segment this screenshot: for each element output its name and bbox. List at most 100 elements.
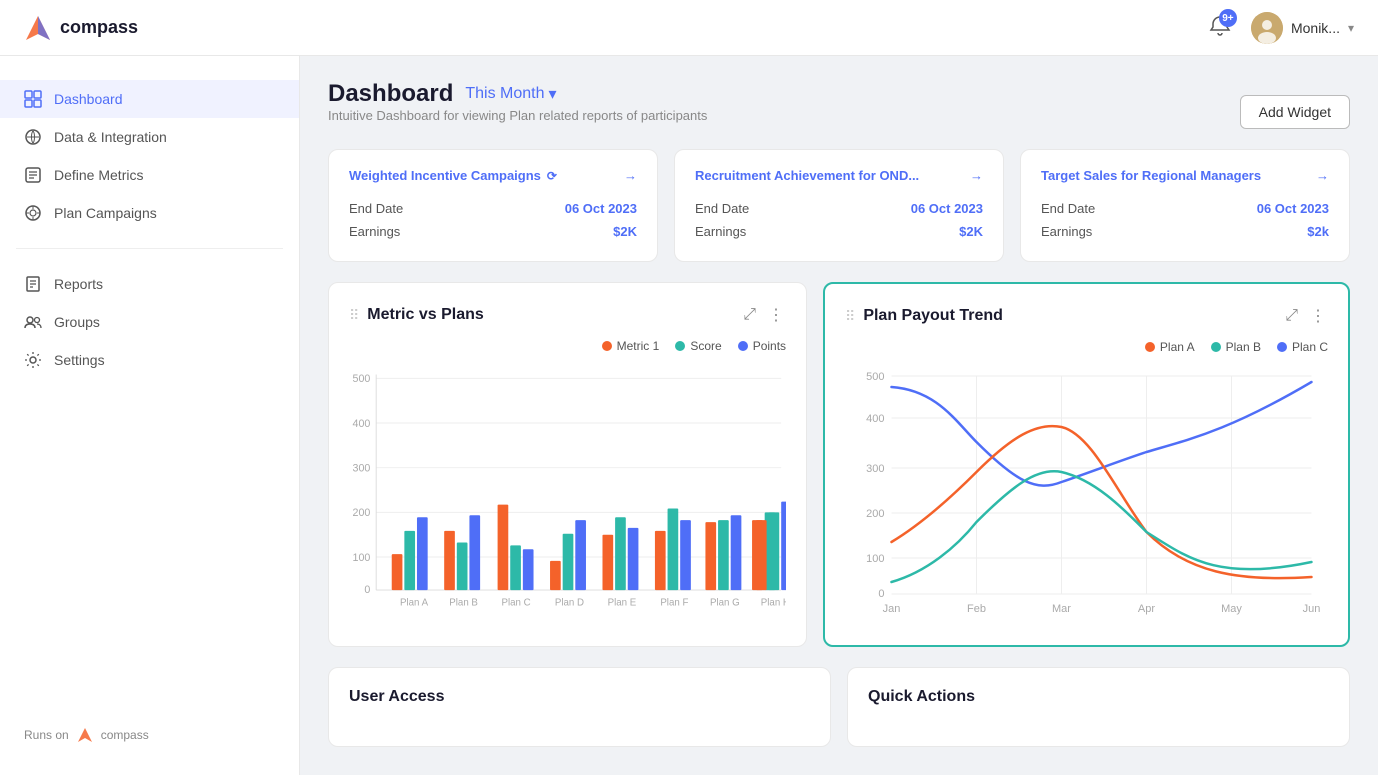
legend-dot-score: [675, 341, 685, 351]
footer-brand: compass: [101, 728, 149, 742]
user-menu-button[interactable]: Monik... ▾: [1251, 12, 1354, 44]
metric-chart-title: Metric vs Plans: [367, 306, 484, 324]
more-payout-button[interactable]: ⋮: [1308, 304, 1328, 328]
svg-text:Jan: Jan: [883, 603, 901, 615]
period-selector[interactable]: This Month ▾: [465, 84, 556, 104]
add-widget-button[interactable]: Add Widget: [1240, 95, 1350, 129]
legend-dot-plan-c: [1277, 342, 1287, 352]
legend-dot-points: [738, 341, 748, 351]
payout-chart-legend: Plan A Plan B Plan C: [845, 340, 1328, 354]
user-access-card: User Access: [328, 667, 831, 747]
sidebar-label-reports: Reports: [54, 276, 103, 292]
logo-text: compass: [60, 17, 138, 38]
svg-text:Plan D: Plan D: [555, 598, 584, 609]
define-metrics-icon: [24, 166, 42, 184]
notification-button[interactable]: 9+: [1205, 11, 1235, 44]
line-chart-svg: 500 400 300 200 100 0: [845, 362, 1328, 622]
plan-campaigns-icon: [24, 204, 42, 222]
campaign-row-earnings-0: Earnings $2K: [349, 220, 637, 243]
svg-text:500: 500: [866, 371, 884, 383]
campaign-row-enddate-1: End Date 06 Oct 2023: [695, 197, 983, 220]
sidebar-divider: [16, 248, 283, 249]
plan-payout-trend-card: ⠿ Plan Payout Trend ⤢ ⋮ Plan A: [823, 282, 1350, 647]
compass-logo-icon: [24, 14, 52, 42]
legend-dot-plan-a: [1145, 342, 1155, 352]
expand-metric-button[interactable]: ⤢: [741, 304, 758, 326]
svg-text:500: 500: [353, 373, 371, 385]
svg-text:Plan F: Plan F: [660, 598, 688, 609]
sidebar-top-section: Dashboard Data & Integration Define Metr…: [0, 72, 299, 240]
svg-text:400: 400: [353, 418, 371, 430]
payout-chart-title: Plan Payout Trend: [863, 307, 1003, 325]
sidebar: Dashboard Data & Integration Define Metr…: [0, 56, 300, 775]
layout: Dashboard Data & Integration Define Metr…: [0, 0, 1378, 775]
svg-text:Plan G: Plan G: [710, 598, 740, 609]
metric-chart-header: ⠿ Metric vs Plans ⤢ ⋮: [349, 303, 786, 327]
svg-text:200: 200: [866, 508, 884, 520]
campaign-title-0: Weighted Incentive Campaigns ⟳ →: [349, 168, 637, 183]
svg-text:100: 100: [353, 552, 371, 564]
sidebar-item-settings[interactable]: Settings: [0, 341, 299, 379]
sidebar-label-define-metrics: Define Metrics: [54, 167, 143, 183]
svg-text:Feb: Feb: [967, 603, 986, 615]
campaign-card-1: Recruitment Achievement for OND... → End…: [674, 149, 1004, 262]
svg-text:Jun: Jun: [1303, 603, 1321, 615]
legend-dot-plan-b: [1211, 342, 1221, 352]
footer-compass-icon: [77, 727, 93, 743]
legend-plan-b: Plan B: [1211, 340, 1261, 354]
period-label: This Month: [465, 85, 544, 103]
campaign-title-2: Target Sales for Regional Managers →: [1041, 168, 1329, 183]
page-header: Dashboard This Month ▾ Intuitive Dashboa…: [328, 80, 1350, 143]
campaign-cards: Weighted Incentive Campaigns ⟳ → End Dat…: [328, 149, 1350, 262]
header: compass 9+ Monik... ▾: [0, 0, 1378, 56]
svg-text:Apr: Apr: [1138, 603, 1155, 615]
legend-plan-c: Plan C: [1277, 340, 1328, 354]
svg-text:Plan H: Plan H: [761, 598, 786, 609]
groups-icon: [24, 313, 42, 331]
svg-text:Plan E: Plan E: [608, 598, 637, 609]
page-subtitle: Intuitive Dashboard for viewing Plan rel…: [328, 108, 707, 123]
svg-text:400: 400: [866, 413, 884, 425]
user-access-title: User Access: [349, 688, 810, 706]
sidebar-footer: Runs on compass: [0, 711, 299, 759]
legend-label-plan-c: Plan C: [1292, 340, 1328, 354]
expand-payout-button[interactable]: ⤢: [1283, 305, 1300, 327]
arrow-icon-0[interactable]: →: [624, 168, 637, 183]
svg-text:Mar: Mar: [1052, 603, 1071, 615]
legend-label-score: Score: [690, 339, 721, 353]
quick-actions-card: Quick Actions: [847, 667, 1350, 747]
chevron-down-icon: ▾: [549, 84, 557, 104]
svg-text:0: 0: [364, 584, 370, 596]
arrow-icon-1[interactable]: →: [970, 168, 983, 183]
sidebar-bottom-section: Reports Groups Setting: [0, 257, 299, 387]
legend-label-points: Points: [753, 339, 786, 353]
main-content: Dashboard This Month ▾ Intuitive Dashboa…: [300, 56, 1378, 775]
sidebar-item-data-integration[interactable]: Data & Integration: [0, 118, 299, 156]
svg-text:May: May: [1221, 603, 1242, 615]
sidebar-item-dashboard[interactable]: Dashboard: [0, 80, 299, 118]
metric-vs-plans-card: ⠿ Metric vs Plans ⤢ ⋮ Metric 1: [328, 282, 807, 647]
svg-text:Plan C: Plan C: [501, 598, 530, 609]
avatar-image: [1251, 12, 1283, 44]
sidebar-label-dashboard: Dashboard: [54, 91, 123, 107]
campaign-row-enddate-0: End Date 06 Oct 2023: [349, 197, 637, 220]
svg-text:300: 300: [353, 463, 371, 475]
legend-points: Points: [738, 339, 786, 353]
sidebar-item-reports[interactable]: Reports: [0, 265, 299, 303]
svg-text:Plan B: Plan B: [449, 598, 478, 609]
legend-plan-a: Plan A: [1145, 340, 1195, 354]
more-metric-button[interactable]: ⋮: [766, 303, 786, 327]
charts-row: ⠿ Metric vs Plans ⤢ ⋮ Metric 1: [328, 282, 1350, 647]
sidebar-label-data-integration: Data & Integration: [54, 129, 167, 145]
legend-dot-metric1: [602, 341, 612, 351]
sidebar-item-define-metrics[interactable]: Define Metrics: [0, 156, 299, 194]
user-name: Monik...: [1291, 20, 1340, 36]
sidebar-label-plan-campaigns: Plan Campaigns: [54, 205, 157, 221]
arrow-icon-2[interactable]: →: [1316, 168, 1329, 183]
sidebar-item-groups[interactable]: Groups: [0, 303, 299, 341]
sidebar-item-plan-campaigns[interactable]: Plan Campaigns: [0, 194, 299, 232]
legend-label-metric1: Metric 1: [617, 339, 660, 353]
campaign-title-1: Recruitment Achievement for OND... →: [695, 168, 983, 183]
legend-label-plan-b: Plan B: [1226, 340, 1261, 354]
legend-score: Score: [675, 339, 721, 353]
